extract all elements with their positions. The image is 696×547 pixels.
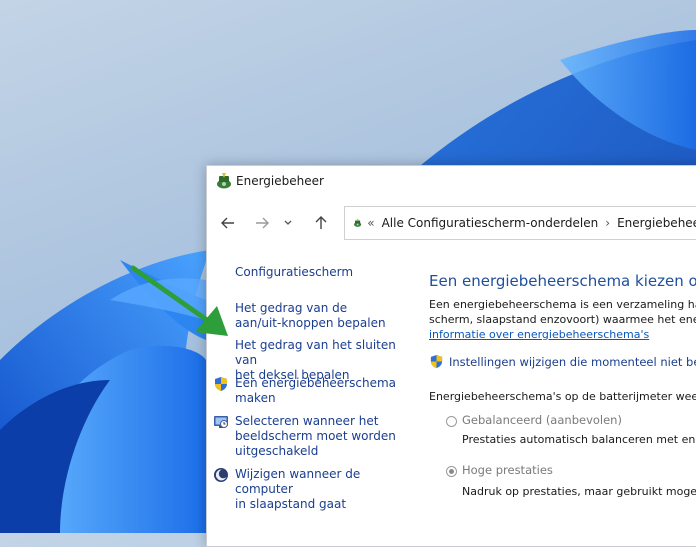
sidebar-item-display-off[interactable]: Selecteren wanneer het beeldscherm moet … bbox=[235, 414, 396, 459]
back-button[interactable] bbox=[217, 212, 239, 234]
moon-icon bbox=[214, 468, 228, 482]
arrow-right-icon bbox=[256, 217, 269, 229]
change-settings-label: Instellingen wijzigen die momenteel niet… bbox=[449, 354, 696, 369]
sidebar-item-line: Wijzigen wanneer de computer bbox=[235, 467, 361, 496]
plan-high-performance-radio[interactable] bbox=[446, 466, 457, 477]
sidebar-item-line: Een energiebeheerschema bbox=[235, 376, 396, 390]
title-bar[interactable]: Energiebeheer bbox=[207, 166, 696, 198]
chevron-down-icon bbox=[284, 220, 292, 225]
forward-button[interactable] bbox=[251, 212, 273, 234]
sidebar-item-line: Selecteren wanneer het bbox=[235, 414, 379, 428]
plan-balanced-name[interactable]: Gebalanceerd (aanbevolen) bbox=[462, 413, 622, 427]
arrow-left-icon bbox=[221, 217, 234, 229]
power-options-icon bbox=[354, 218, 362, 227]
sidebar-item-line: aan/uit-knoppen bepalen bbox=[235, 316, 386, 330]
info-link[interactable]: informatie over energiebeheerschema's bbox=[429, 328, 649, 341]
sidebar-item-sleep[interactable]: Wijzigen wanneer de computer in slaapsta… bbox=[235, 467, 412, 512]
power-options-icon bbox=[217, 173, 231, 189]
change-settings-link[interactable]: Instellingen wijzigen die momenteel niet… bbox=[429, 354, 696, 369]
shield-icon bbox=[215, 377, 227, 391]
monitor-clock-icon bbox=[214, 416, 228, 428]
sidebar-item-line: beeldscherm moet worden bbox=[235, 429, 396, 443]
sidebar-item-line: uitgeschakeld bbox=[235, 444, 319, 458]
window-title: Energiebeheer bbox=[236, 174, 324, 188]
address-bar[interactable]: « Alle Configuratiescherm-onderdelen › E… bbox=[344, 206, 696, 240]
description-line: Een energiebeheerschema is een verzameli… bbox=[429, 298, 696, 311]
sidebar-item-power-buttons[interactable]: Het gedrag van de aan/uit-knoppen bepale… bbox=[235, 301, 386, 331]
sidebar-item-line: in slaapstand gaat bbox=[235, 497, 347, 511]
breadcrumb-overflow[interactable]: « bbox=[367, 216, 374, 230]
plan-high-performance-description: Nadruk op prestaties, maar gebruikt moge… bbox=[462, 485, 696, 498]
recent-locations-button[interactable] bbox=[281, 212, 295, 234]
navigation-bar: « Alle Configuratiescherm-onderdelen › E… bbox=[207, 206, 696, 240]
green-annotation-arrow bbox=[130, 265, 228, 336]
shield-icon bbox=[430, 354, 443, 369]
plan-balanced-description: Prestaties automatisch balanceren met en… bbox=[462, 433, 696, 446]
power-options-window[interactable]: Energiebeheer « Alle Configuratiescherm-… bbox=[206, 165, 696, 547]
up-button[interactable] bbox=[310, 212, 332, 234]
plan-balanced-radio[interactable] bbox=[446, 416, 457, 427]
breadcrumb-power-options[interactable]: Energiebeheer bbox=[617, 216, 696, 230]
sidebar-item-line: Het gedrag van het sluiten van bbox=[235, 338, 396, 367]
page-title: Een energiebeheerschema kiezen of aa bbox=[429, 272, 696, 290]
plans-section-label: Energiebeheerschema's op de batterijmete… bbox=[429, 390, 696, 403]
sidebar-item-line: maken bbox=[235, 391, 276, 405]
breadcrumb-all-items[interactable]: Alle Configuratiescherm-onderdelen bbox=[382, 216, 599, 230]
sidebar-item-line: Het gedrag van de bbox=[235, 301, 348, 315]
arrow-up-icon bbox=[315, 216, 327, 229]
plan-high-performance-name[interactable]: Hoge prestaties bbox=[462, 463, 553, 477]
breadcrumb-separator[interactable]: › bbox=[605, 216, 610, 230]
sidebar-home-link[interactable]: Configuratiescherm bbox=[235, 265, 353, 280]
description-line: scherm, slaapstand enzovoort) waarmee he… bbox=[429, 313, 696, 326]
sidebar-item-create-plan[interactable]: Een energiebeheerschema maken bbox=[235, 376, 396, 406]
